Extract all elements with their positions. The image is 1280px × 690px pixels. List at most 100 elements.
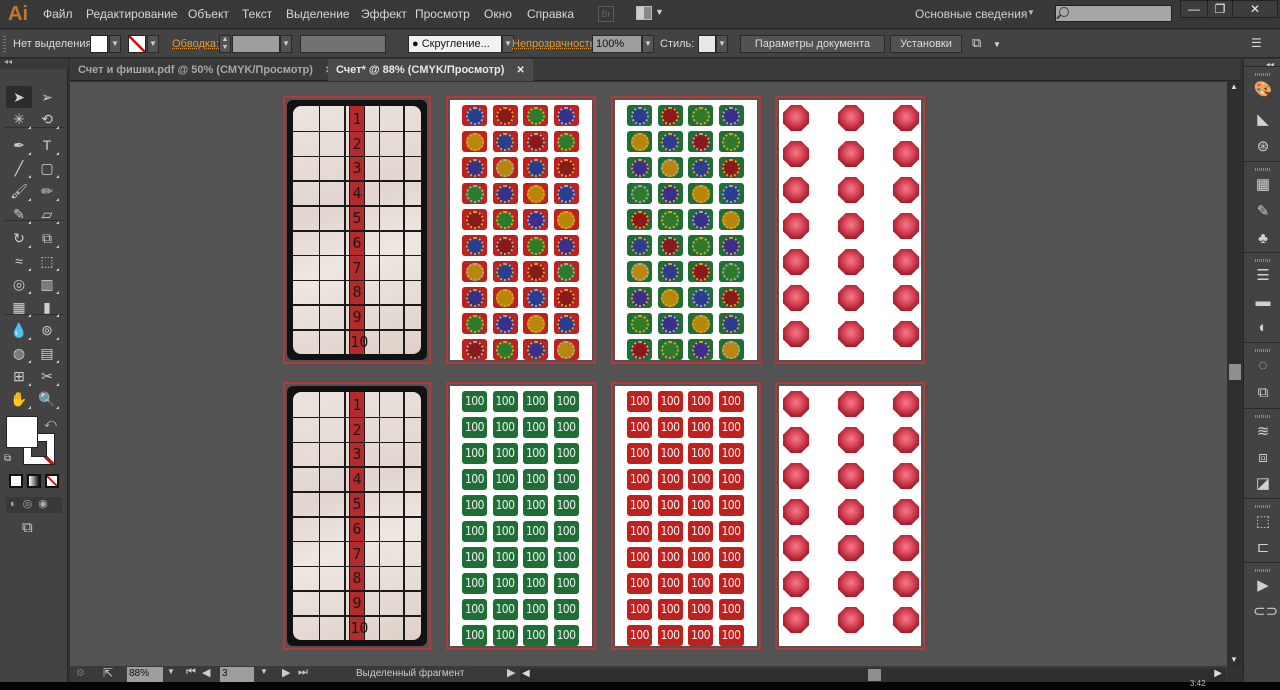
money-chip[interactable]: 100 — [523, 495, 548, 516]
money-chip[interactable]: 100 — [718, 599, 744, 620]
token-chip[interactable] — [718, 235, 744, 256]
layers-icon[interactable]: ≋ — [1253, 422, 1273, 442]
last-artboard-button[interactable]: ⏭ — [298, 666, 308, 679]
isolate-object-icon[interactable]: ⧉ — [972, 35, 981, 51]
money-chip[interactable]: 100 — [688, 495, 713, 516]
blob-brush-tool[interactable]: ✎ — [6, 203, 32, 225]
gradient-mode-button[interactable] — [27, 474, 41, 488]
money-chip[interactable]: 100 — [492, 469, 518, 490]
token-chip[interactable] — [718, 183, 744, 204]
fill-dropdown[interactable]: ▼ — [109, 35, 121, 53]
gem-token[interactable] — [783, 141, 809, 167]
pathfinder-icon[interactable]: ◪ — [1253, 474, 1273, 494]
gem-token[interactable] — [838, 427, 864, 453]
menu-object[interactable]: Объект — [188, 7, 229, 21]
gem-token[interactable] — [893, 285, 919, 311]
money-chip[interactable]: 100 — [553, 417, 579, 438]
tab-scheme[interactable]: Счет* @ 88% (CMYK/Просмотр) ✕ — [328, 59, 533, 81]
shape-builder-tool[interactable]: ◎ — [6, 273, 32, 295]
gem-token[interactable] — [838, 391, 864, 417]
stroke-icon[interactable]: ☰ — [1253, 266, 1273, 286]
color-mode-button[interactable] — [9, 474, 23, 488]
swatches-share-icon[interactable]: ⊛ — [1253, 137, 1273, 157]
token-chip[interactable] — [627, 339, 652, 360]
artboard-score-sheet-2[interactable]: 1 2 3 4 5 6 7 8 9 10 — [283, 382, 431, 650]
money-chip[interactable]: 100 — [523, 573, 548, 594]
token-chip[interactable] — [523, 261, 548, 282]
appearance-icon[interactable]: ◌ — [1253, 356, 1273, 376]
money-chip[interactable]: 100 — [523, 521, 548, 542]
scroll-left-icon[interactable]: ◀ — [522, 668, 530, 679]
zoom-input[interactable]: 88% — [127, 667, 163, 682]
direct-selection-tool[interactable]: ➢ — [34, 86, 60, 108]
type-tool[interactable]: T — [34, 134, 60, 156]
previous-artboard-button[interactable]: ◀ — [202, 666, 210, 679]
token-chip[interactable] — [523, 235, 548, 256]
gem-token[interactable] — [838, 463, 864, 489]
token-chip[interactable] — [657, 131, 683, 152]
money-chip[interactable]: 100 — [718, 469, 744, 490]
gem-token[interactable] — [893, 607, 919, 633]
paintbrush-tool[interactable]: 🖌 — [6, 180, 32, 202]
money-chip[interactable]: 100 — [627, 573, 652, 594]
money-chip[interactable]: 100 — [718, 391, 744, 412]
gem-token[interactable] — [838, 177, 864, 203]
money-chip[interactable]: 100 — [657, 547, 683, 568]
money-chip[interactable]: 100 — [657, 469, 683, 490]
restore-button[interactable]: ❐ — [1207, 0, 1233, 18]
money-chip[interactable]: 100 — [627, 495, 652, 516]
token-chip[interactable] — [462, 131, 487, 152]
stroke-weight-stepper[interactable]: ▲ ▼ — [219, 35, 231, 53]
token-chip[interactable] — [553, 287, 579, 308]
token-chip[interactable] — [492, 313, 518, 334]
money-chip[interactable]: 100 — [718, 417, 744, 438]
chevron-down-icon[interactable]: ▼ — [993, 40, 1001, 49]
money-chip[interactable]: 100 — [462, 599, 487, 620]
gem-token[interactable] — [783, 177, 809, 203]
token-chip[interactable] — [523, 105, 548, 126]
variable-width-profile[interactable] — [300, 35, 386, 53]
panel-group-grip[interactable] — [1255, 415, 1271, 418]
money-chip[interactable]: 100 — [718, 625, 744, 646]
money-chip[interactable]: 100 — [718, 521, 744, 542]
gem-token[interactable] — [893, 571, 919, 597]
money-chip[interactable]: 100 — [523, 599, 548, 620]
token-chip[interactable] — [688, 261, 713, 282]
money-chip[interactable]: 100 — [688, 469, 713, 490]
gem-token[interactable] — [783, 499, 809, 525]
align-icon[interactable]: ⊏ — [1253, 538, 1273, 558]
token-chip[interactable] — [627, 105, 652, 126]
token-chip[interactable] — [627, 183, 652, 204]
token-chip[interactable] — [462, 261, 487, 282]
stroke-link[interactable]: Обводка: — [172, 38, 219, 50]
preferences-button[interactable]: Установки — [890, 35, 962, 53]
menu-effect[interactable]: Эффект — [361, 7, 407, 21]
gem-token[interactable] — [838, 105, 864, 131]
money-chip[interactable]: 100 — [688, 417, 713, 438]
panel-menu-icon[interactable]: ☰ — [1251, 36, 1262, 50]
money-chip[interactable]: 100 — [462, 547, 487, 568]
token-chip[interactable] — [523, 287, 548, 308]
gem-token[interactable] — [783, 427, 809, 453]
token-chip[interactable] — [492, 235, 518, 256]
artboard-red-money[interactable]: 100 100 100 100 100 100 100 100 100 100 100 100 100 1… — [611, 382, 761, 650]
panel-group-grip[interactable] — [1255, 349, 1271, 352]
token-chip[interactable] — [492, 183, 518, 204]
gem-token[interactable] — [783, 213, 809, 239]
money-chip[interactable]: 100 — [492, 573, 518, 594]
token-chip[interactable] — [553, 339, 579, 360]
gem-token[interactable] — [838, 321, 864, 347]
panel-grip[interactable] — [3, 36, 6, 52]
token-chip[interactable] — [657, 313, 683, 334]
warp-tool[interactable]: ≈ — [6, 250, 32, 272]
money-chip[interactable]: 100 — [657, 391, 683, 412]
money-chip[interactable]: 100 — [688, 521, 713, 542]
token-chip[interactable] — [462, 209, 487, 230]
rectangle-tool[interactable]: ▢ — [34, 157, 60, 179]
money-chip[interactable]: 100 — [523, 625, 548, 646]
stroke-swatch[interactable] — [128, 35, 146, 53]
token-chip[interactable] — [688, 209, 713, 230]
gem-token[interactable] — [838, 285, 864, 311]
graph-tool[interactable]: ▥ — [34, 273, 60, 295]
money-chip[interactable]: 100 — [718, 443, 744, 464]
